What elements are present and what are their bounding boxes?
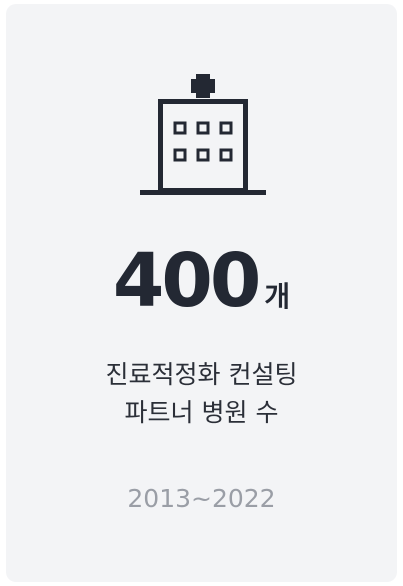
stat-unit: 개 bbox=[264, 280, 291, 313]
description-line-1: 진료적정화 컨설팅 bbox=[105, 360, 298, 389]
stat-value: 400 개 bbox=[0, 238, 403, 324]
period-text: 2013~2022 bbox=[127, 484, 276, 513]
stat-number: 400 bbox=[112, 238, 261, 324]
description-line-2: 파트너 병원 수 bbox=[124, 398, 279, 427]
hospital-building-icon bbox=[140, 74, 266, 195]
